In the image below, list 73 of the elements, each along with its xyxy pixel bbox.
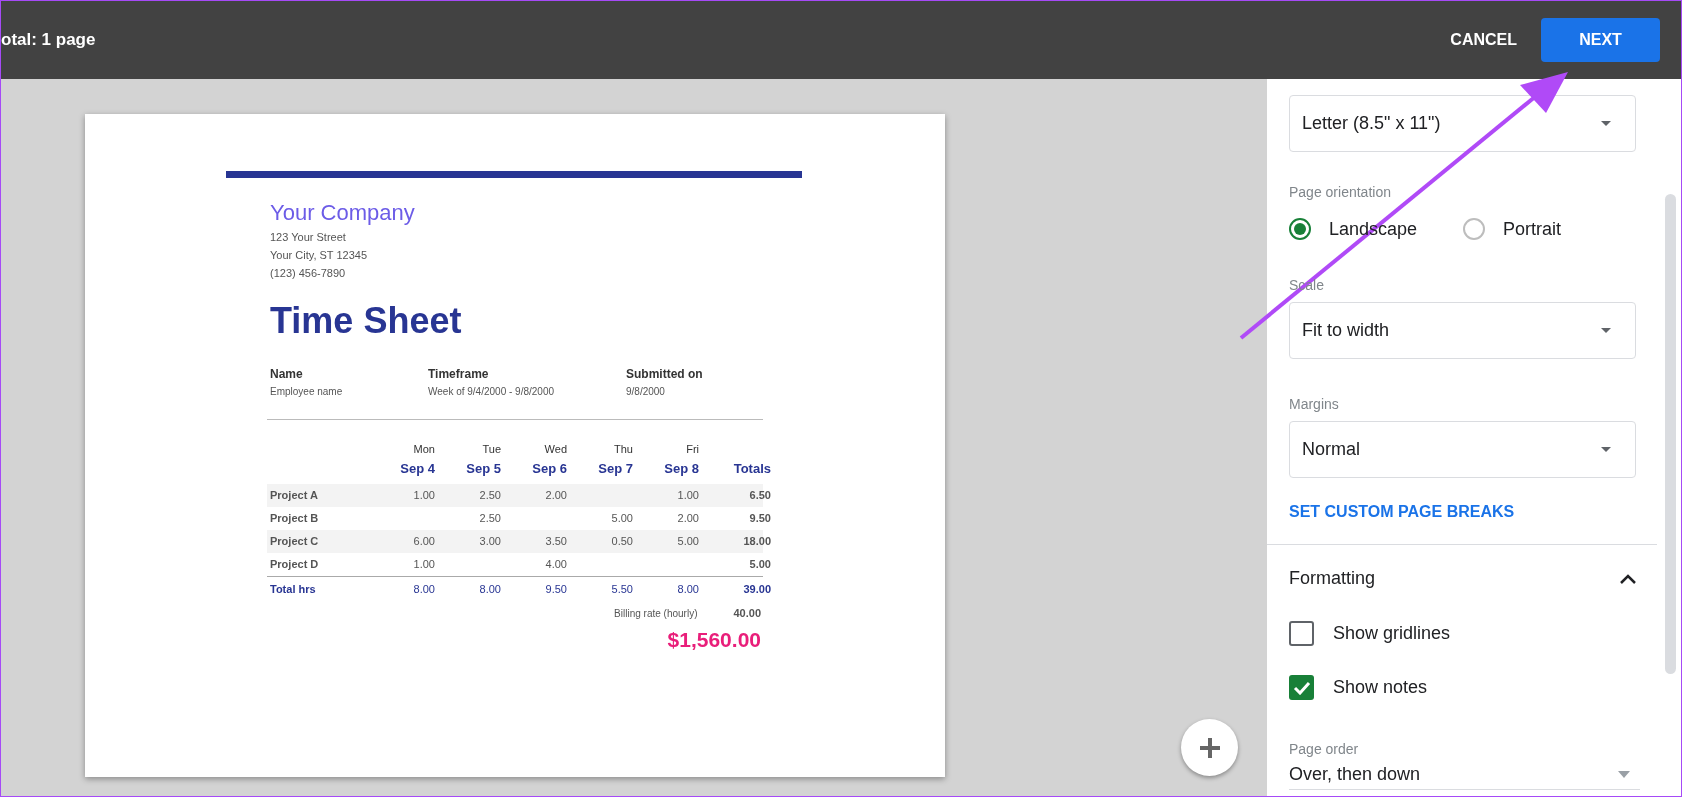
info-label: Name [270,366,304,383]
table-cell-text: 9.50 [544,582,568,598]
address-line: Your City, ST 12345 [270,248,369,263]
table-cell-text: 1.00 [412,557,436,573]
paper-size-select[interactable]: Letter (8.5" x 11") [1289,95,1636,152]
row-total: 18.00 [742,534,772,550]
day-heading: Fri [685,442,700,457]
project-name: Project B [269,511,320,527]
table-cell-text: 2.00 [544,488,568,504]
field-label: Page orientation [1289,183,1391,202]
checkbox-label: Show gridlines [1333,622,1451,645]
info-value: Week of 9/4/2000 - 9/8/2000 [428,385,555,399]
table-cell-text: 8.00 [478,582,502,598]
project-name: Project A [269,488,319,504]
table-cell-text: 2.50 [478,511,502,527]
field-label: Margins [1289,395,1339,414]
page-count: otal: 1 page [1,29,96,52]
checkbox-label: Show notes [1333,676,1428,699]
field-label: Page order [1289,740,1359,759]
company-name: Your Company [270,199,416,227]
date-heading: Sep 5 [465,460,502,478]
billing-rate-value: 40.00 [733,605,761,621]
row-total: 6.50 [748,488,772,504]
project-name: Project C [269,534,320,550]
day-heading: Tue [481,442,502,457]
info-value: 9/8/2000 [626,385,666,399]
table-cell-text: 3.00 [478,534,502,550]
table-cell-text: 5.00 [676,534,700,550]
table-cell-text: 4.00 [544,557,568,573]
table-cell-text: 1.00 [412,488,436,504]
document-title: Time Sheet [270,299,463,343]
address-line: (123) 456-7890 [270,266,347,281]
total-amount: $1,560.00 [666,627,762,653]
section-title: Formatting [1289,567,1376,590]
page-breaks-link[interactable]: SET CUSTOM PAGE BREAKS [1289,503,1515,520]
address-line: 123 Your Street [270,230,347,245]
billing-rate-label: Billing rate (hourly) [614,606,698,621]
scale-select[interactable]: Fit to width [1289,302,1636,359]
table-cell-text: 2.00 [676,511,700,527]
totals-heading: Totals [732,460,772,478]
orientation-radio[interactable]: Portrait [1463,215,1562,243]
table-cell-text: 0.50 [610,534,634,550]
date-heading: Sep 7 [597,460,634,478]
table-cell-text: 5.50 [610,582,634,598]
table-cell-text: 6.00 [412,534,436,550]
margins-select[interactable]: Normal [1289,421,1636,478]
page-order-select[interactable]: Over, then down [1289,760,1640,790]
table-cell-text: 3.50 [544,534,568,550]
date-heading: Sep 6 [531,460,568,478]
day-heading: Thu [613,442,634,457]
table-cell-text: 2.50 [478,488,502,504]
cancel-button[interactable]: CANCEL [1442,18,1525,62]
total-hours-label: Total hrs [269,582,317,598]
table-cell-text: 1.00 [676,488,700,504]
date-heading: Sep 8 [663,460,700,478]
day-heading: Wed [543,442,568,457]
info-value: Employee name [270,385,344,399]
select-value: Normal [1302,438,1360,461]
grand-total: 39.00 [742,582,772,598]
select-value: Fit to width [1302,319,1390,342]
table-cell-text: 8.00 [676,582,700,598]
info-label: Submitted on [626,366,704,383]
row-total: 5.00 [748,557,772,573]
table-cell-text: 5.00 [610,511,634,527]
day-heading: Mon [412,442,436,457]
row-total: 9.50 [748,511,772,527]
next-button[interactable]: NEXT [1541,18,1660,62]
select-value: Over, then down [1289,763,1421,786]
select-value: Letter (8.5" x 11") [1302,112,1441,135]
date-heading: Sep 4 [399,460,436,478]
info-label: Timeframe [428,366,490,383]
project-name: Project D [269,557,320,573]
table-cell-text: 8.00 [412,582,436,598]
